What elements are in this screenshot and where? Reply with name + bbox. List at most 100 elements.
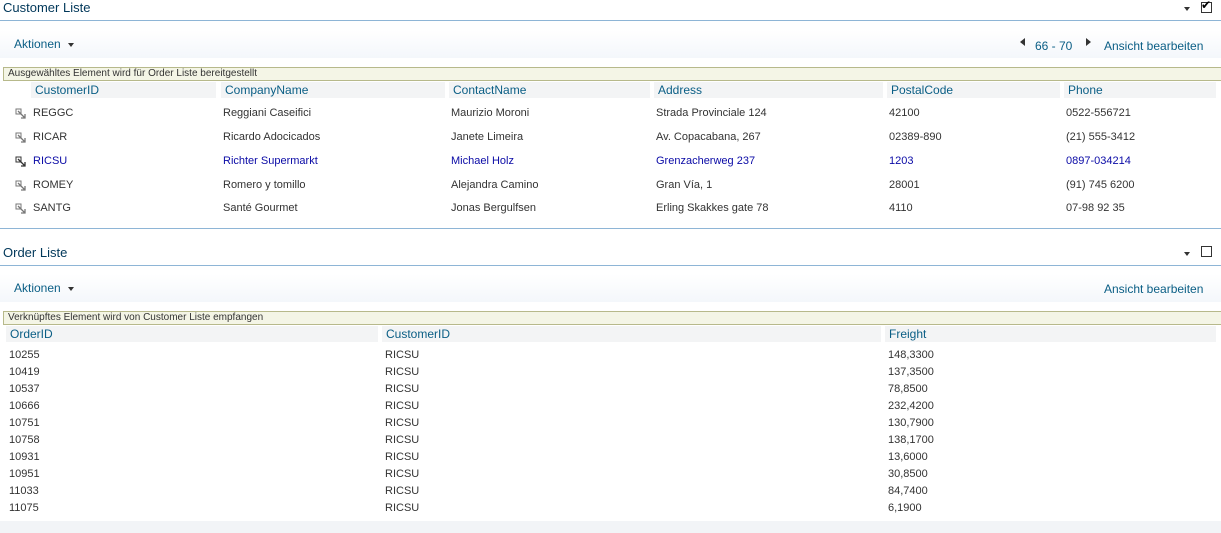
cell-postalcode: 28001 (889, 179, 920, 191)
customer-list-actions-menu[interactable]: Aktionen (14, 37, 61, 51)
table-row[interactable]: RICSU Richter Supermarkt Michael Holz Grenz… (0, 154, 1221, 170)
column-header-postalcode[interactable]: PostalCode (887, 82, 1060, 98)
order-list-menu-chevron-icon[interactable] (1184, 252, 1190, 256)
cell-contactname: Maurizio Moroni (451, 107, 530, 119)
cell-orderid: 10931 (9, 451, 40, 463)
cell-customerid[interactable]: REGGC (33, 107, 73, 119)
order-list-select-checkbox[interactable] (1201, 246, 1212, 257)
cell-address: Av. Copacabana, 267 (656, 131, 761, 143)
cell-address: Gran Vía, 1 (656, 179, 713, 191)
cell-postalcode: 4110 (889, 202, 913, 214)
cell-freight: 6,1900 (888, 502, 922, 514)
cell-orderid: 10419 (9, 366, 40, 378)
select-row-icon[interactable] (15, 108, 27, 120)
actions-label: Aktionen (14, 281, 61, 295)
chevron-down-icon (68, 43, 74, 47)
column-header-orderid[interactable]: OrderID (6, 326, 378, 342)
cell-freight: 13,6000 (888, 451, 928, 463)
column-header-customerid[interactable]: CustomerID (382, 326, 881, 342)
cell-companyname: Santé Gourmet (223, 202, 298, 214)
cell-customerid: RICSU (385, 349, 420, 361)
customer-list-bottom-rule (0, 228, 1221, 229)
column-header-phone[interactable]: Phone (1064, 82, 1216, 98)
order-list-edit-view-link[interactable]: Ansicht bearbeiten (1104, 282, 1203, 296)
cell-freight: 138,1700 (888, 434, 934, 446)
customer-list-title-rule (0, 20, 1221, 21)
cell-address: Erling Skakkes gate 78 (656, 202, 769, 214)
column-header-contactname[interactable]: ContactName (449, 82, 650, 98)
cell-customerid: RICSU (385, 502, 420, 514)
order-list-title[interactable]: Order Liste (3, 245, 67, 260)
cell-customerid[interactable]: SANTG (33, 202, 71, 214)
table-row: 10537 RICSU 78,8500 (0, 383, 1221, 398)
page-bottom-band (0, 521, 1221, 533)
cell-postalcode: 1203 (889, 155, 914, 167)
cell-freight: 84,7400 (888, 485, 928, 497)
column-header-companyname[interactable]: CompanyName (221, 82, 445, 98)
cell-companyname: Reggiani Caseifici (223, 107, 312, 119)
cell-contactname: Michael Holz (451, 155, 514, 167)
table-row: 10951 RICSU 30,8500 (0, 468, 1221, 483)
cell-customerid[interactable]: RICAR (33, 131, 67, 143)
cell-freight: 137,3500 (888, 366, 934, 378)
select-row-icon[interactable] (15, 203, 27, 215)
cell-customerid[interactable]: RICSU (33, 155, 67, 167)
column-header-address[interactable]: Address (654, 82, 883, 98)
order-list-actions-menu[interactable]: Aktionen (14, 281, 61, 295)
cell-address: Grenzacherweg 237 (656, 155, 756, 167)
table-row[interactable]: SANTG Santé Gourmet Jonas Bergulfsen Erling… (0, 201, 1221, 217)
cell-customerid[interactable]: ROMEY (33, 179, 73, 191)
cell-orderid: 10951 (9, 468, 40, 480)
cell-contactname: Alejandra Camino (451, 179, 539, 191)
cell-customerid: RICSU (385, 434, 420, 446)
table-row: 10751 RICSU 130,7900 (0, 417, 1221, 432)
cell-orderid: 11075 (9, 502, 39, 514)
customer-list-menu-chevron-icon[interactable] (1184, 7, 1190, 11)
cell-customerid: RICSU (385, 468, 420, 480)
table-row[interactable]: REGGC Reggiani Caseifici Maurizio Moroni St… (0, 106, 1221, 122)
cell-orderid: 10758 (9, 434, 40, 446)
select-row-icon[interactable] (15, 156, 27, 168)
cell-customerid: RICSU (385, 366, 420, 378)
table-row: 11033 RICSU 84,7400 (0, 485, 1221, 500)
cell-phone: 07-98 92 35 (1066, 202, 1125, 214)
cell-customerid: RICSU (385, 383, 420, 395)
column-header-freight[interactable]: Freight (885, 326, 1216, 342)
cell-contactname: Jonas Bergulfsen (451, 202, 536, 214)
cell-customerid: RICSU (385, 451, 420, 463)
cell-phone: (91) 745 6200 (1066, 179, 1135, 191)
cell-freight: 78,8500 (888, 383, 928, 395)
table-row: 10931 RICSU 13,6000 (0, 451, 1221, 466)
cell-postalcode: 42100 (889, 107, 920, 119)
table-row: 11075 RICSU 6,1900 (0, 502, 1221, 517)
customer-list-edit-view-link[interactable]: Ansicht bearbeiten (1104, 39, 1203, 53)
table-row: 10758 RICSU 138,1700 (0, 434, 1221, 449)
cell-orderid: 10537 (9, 383, 40, 395)
actions-label: Aktionen (14, 37, 61, 51)
chevron-down-icon (68, 287, 74, 291)
cell-customerid: RICSU (385, 417, 420, 429)
customer-list-connection-status: Ausgewähltes Element wird für Order List… (3, 67, 1221, 81)
paging-prev-icon[interactable] (1020, 38, 1025, 46)
order-list-connection-status: Verknüpftes Element wird von Customer Li… (3, 311, 1221, 325)
customer-list-title[interactable]: Customer Liste (3, 0, 90, 15)
paging-range: 66 - 70 (1035, 39, 1073, 53)
select-row-icon[interactable] (15, 180, 27, 192)
table-row: 10666 RICSU 232,4200 (0, 400, 1221, 415)
customer-list-select-checkbox[interactable]: ✔ (1201, 0, 1212, 13)
cell-phone: (21) 555-3412 (1066, 131, 1136, 143)
cell-customerid: RICSU (385, 400, 420, 412)
cell-freight: 232,4200 (888, 400, 934, 412)
select-row-icon[interactable] (15, 132, 27, 144)
cell-companyname: Ricardo Adocicados (223, 131, 321, 143)
table-row[interactable]: RICAR Ricardo Adocicados Janete Limeira Av.… (0, 130, 1221, 146)
cell-customerid: RICSU (385, 485, 420, 497)
cell-companyname: Romero y tomillo (223, 179, 306, 191)
cell-address: Strada Provinciale 124 (656, 107, 767, 119)
table-row[interactable]: ROMEY Romero y tomillo Alejandra Camino Gra… (0, 178, 1221, 194)
order-list-title-rule (0, 265, 1221, 266)
paging-next-icon[interactable] (1086, 38, 1091, 46)
cell-freight: 30,8500 (888, 468, 928, 480)
cell-orderid: 10666 (9, 400, 40, 412)
column-header-customerid[interactable]: CustomerID (31, 82, 216, 98)
